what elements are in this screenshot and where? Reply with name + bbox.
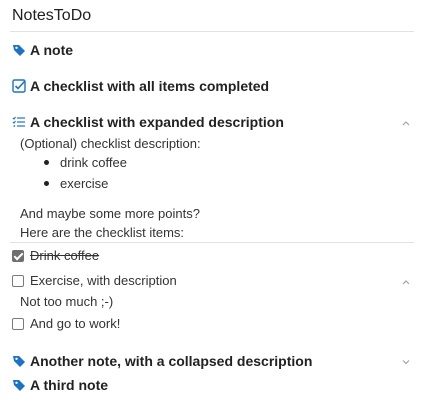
checklist-label: A checklist with all items completed xyxy=(30,78,270,94)
note-row-a-note[interactable]: A note xyxy=(12,40,73,60)
chevron-down-icon[interactable] xyxy=(400,356,412,368)
item-checkbox-checked[interactable] xyxy=(12,250,24,262)
title-divider xyxy=(10,31,414,32)
tag-icon xyxy=(12,354,26,368)
checklist-items-divider xyxy=(10,242,414,243)
bullet-item: exercise xyxy=(60,176,109,191)
note-row-third[interactable]: A third note xyxy=(12,375,108,395)
checklist-description-items-intro: Here are the checklist items: xyxy=(20,225,185,240)
checklist-description-more: And maybe some more points? xyxy=(20,206,200,221)
checklist-item-label: And go to work! xyxy=(30,316,121,331)
note-row-collapsed[interactable]: Another note, with a collapsed descripti… xyxy=(12,351,312,371)
notes-panel: NotesToDo A note A checklist with all it… xyxy=(0,0,426,414)
list-icon xyxy=(12,115,26,129)
chevron-up-icon[interactable] xyxy=(400,276,412,288)
checklist-description-intro: (Optional) checklist description: xyxy=(20,136,201,151)
note-label: A third note xyxy=(30,377,109,393)
app-title: NotesToDo xyxy=(12,7,92,24)
bullet-marker xyxy=(44,181,49,186)
item-checkbox[interactable] xyxy=(12,318,24,330)
chevron-up-icon[interactable] xyxy=(400,117,412,129)
note-label: A note xyxy=(30,42,74,58)
tag-icon xyxy=(12,378,26,392)
checklist-row-completed[interactable]: A checklist with all items completed xyxy=(12,76,269,96)
checklist-item-description: Not too much ;-) xyxy=(20,294,114,309)
item-checkbox[interactable] xyxy=(12,275,24,287)
bullet-item: drink coffee xyxy=(60,155,127,170)
checklist-item-label: Exercise, with description xyxy=(30,273,177,288)
bullet-marker xyxy=(44,160,49,165)
checkbox-checked-icon xyxy=(12,79,26,93)
checklist-row-expanded[interactable]: A checklist with expanded description xyxy=(12,112,284,132)
checklist-item-label: Drink coffee xyxy=(30,248,100,263)
checklist-label: A checklist with expanded description xyxy=(30,114,284,130)
tag-icon xyxy=(12,43,26,57)
note-label: Another note, with a collapsed descripti… xyxy=(30,353,313,369)
